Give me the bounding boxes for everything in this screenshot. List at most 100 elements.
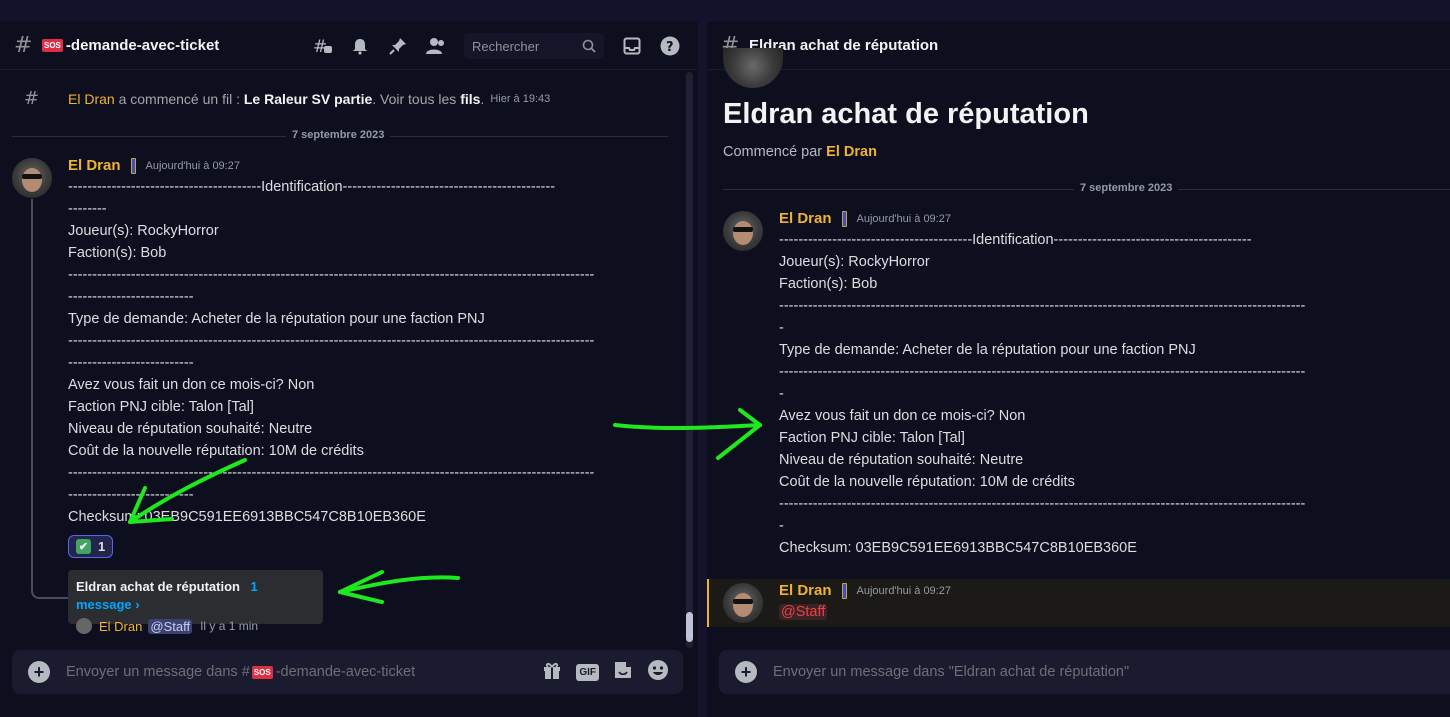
composer-placeholder: Envoyer un message dans "Eldran achat de… bbox=[773, 664, 1130, 680]
bell-icon[interactable] bbox=[350, 36, 370, 56]
message-line: ----------------------------------------… bbox=[68, 465, 595, 481]
staff-mention[interactable]: @Staff bbox=[779, 604, 828, 620]
gif-icon[interactable]: GIF bbox=[576, 663, 599, 681]
svg-text:?: ? bbox=[666, 40, 674, 55]
search-input[interactable]: Rechercher bbox=[464, 33, 604, 59]
search-placeholder: Rechercher bbox=[472, 38, 540, 54]
message-line: Joueur(s): RockyHorror bbox=[68, 223, 219, 239]
system-thread-message: # El Dran a commencé un fil : Le Raleur … bbox=[24, 88, 550, 109]
system-action: a commencé un fil : bbox=[114, 90, 244, 107]
system-time: Hier à 19:43 bbox=[490, 92, 551, 105]
message-input[interactable]: + Envoyer un message dans # SOS -demande… bbox=[12, 650, 683, 694]
sticker-icon[interactable] bbox=[613, 660, 633, 684]
message-timestamp: Aujourd'hui à 09:27 bbox=[856, 212, 951, 225]
text-channel-icon: # bbox=[14, 33, 33, 58]
search-icon bbox=[582, 39, 596, 53]
started-by-prefix: Commencé par bbox=[723, 144, 827, 160]
sos-emoji-icon: SOS bbox=[251, 665, 273, 679]
system-see-all: . Voir tous les bbox=[372, 90, 461, 107]
message-line: ----------------------------------------… bbox=[68, 267, 595, 283]
threads-icon[interactable]: # bbox=[312, 36, 332, 56]
highlighted-mention-message: El Dran Aujourd'hui à 09:27 @Staff bbox=[707, 579, 1450, 627]
message-line: -------- bbox=[68, 201, 107, 217]
gift-icon[interactable] bbox=[542, 660, 562, 684]
message-author[interactable]: El Dran bbox=[68, 157, 121, 174]
role-badge-icon bbox=[841, 582, 847, 599]
members-icon[interactable] bbox=[426, 36, 446, 56]
message-line: Faction(s): Bob bbox=[68, 245, 167, 261]
sos-emoji-icon: SOS bbox=[42, 39, 63, 52]
role-badge-icon bbox=[130, 157, 136, 174]
date-divider-label: 7 septembre 2023 bbox=[286, 129, 391, 141]
thread-last-time: Il y a 1 min bbox=[200, 619, 259, 633]
thread-pane: # Eldran achat de réputation Eldran acha… bbox=[707, 22, 1450, 717]
channel-title: -demande-avec-ticket bbox=[65, 37, 220, 54]
reaction-count: 1 bbox=[98, 539, 106, 554]
pin-icon[interactable] bbox=[388, 36, 408, 56]
staff-mention[interactable]: @Staff bbox=[148, 618, 193, 634]
message-line: ----------------------------------------… bbox=[779, 232, 1252, 248]
message-line: Joueur(s): RockyHorror bbox=[779, 254, 930, 270]
plus-icon[interactable]: + bbox=[28, 661, 50, 683]
thread-connector bbox=[31, 199, 68, 599]
message-line: Checksum: 03EB9C591EE6913BBC547C8B10EB36… bbox=[68, 509, 426, 525]
message-line: Avez vous fait un don ce mois-ci? Non bbox=[68, 377, 315, 393]
message-line: Coût de la nouvelle réputation: 10M de c… bbox=[779, 474, 1075, 490]
message-line: Niveau de réputation souhaité: Neutre bbox=[68, 421, 313, 437]
composer-placeholder-prefix: Envoyer un message dans # bbox=[66, 664, 250, 680]
message-line: Type de demande: Acheter de la réputatio… bbox=[68, 311, 485, 327]
thread-preview-name: Eldran achat de réputation bbox=[76, 579, 240, 594]
started-by-author[interactable]: El Dran bbox=[826, 144, 877, 160]
pane-resize-handle[interactable] bbox=[698, 22, 707, 717]
thread-big-title: Eldran achat de réputation bbox=[723, 98, 1089, 130]
message-line: -------------------------- bbox=[68, 487, 194, 503]
message-line: Niveau de réputation souhaité: Neutre bbox=[779, 452, 1024, 468]
scrollbar-thumb[interactable] bbox=[686, 612, 693, 642]
message-line: - bbox=[779, 518, 784, 534]
avatar[interactable] bbox=[723, 583, 763, 623]
message-line: - bbox=[779, 386, 784, 402]
thread-last-author: El Dran bbox=[99, 618, 143, 634]
see-all-threads-link[interactable]: fils bbox=[460, 91, 480, 107]
avatar[interactable] bbox=[12, 158, 52, 198]
message-line: ----------------------------------------… bbox=[779, 298, 1306, 314]
channel-header: # SOS -demande-avec-ticket # Rechercher bbox=[0, 22, 698, 70]
message-header: El Dran Aujourd'hui à 09:27 bbox=[779, 210, 951, 227]
message-line: Faction(s): Bob bbox=[779, 276, 878, 292]
message-line: - bbox=[779, 320, 784, 336]
system-dot: . bbox=[480, 90, 485, 107]
thread-started-icon: # bbox=[24, 88, 40, 109]
message-line: ----------------------------------------… bbox=[779, 496, 1306, 512]
message-line: Type de demande: Acheter de la réputatio… bbox=[779, 342, 1196, 358]
thread-header: # Eldran achat de réputation bbox=[707, 22, 1450, 70]
date-divider-label: 7 septembre 2023 bbox=[1074, 182, 1179, 194]
message-line: Avez vous fait un don ce mois-ci? Non bbox=[779, 408, 1026, 424]
message-author[interactable]: El Dran bbox=[779, 210, 832, 227]
thread-message-input[interactable]: + Envoyer un message dans "Eldran achat … bbox=[719, 650, 1450, 694]
check-mark-emoji-icon: ✔ bbox=[76, 539, 91, 554]
emoji-icon[interactable] bbox=[647, 659, 669, 685]
inbox-icon[interactable] bbox=[622, 36, 642, 56]
message-line: Checksum: 03EB9C591EE6913BBC547C8B10EB36… bbox=[779, 540, 1137, 556]
mini-avatar bbox=[76, 618, 92, 634]
thread-preview-card[interactable]: Eldran achat de réputation 1 message › E… bbox=[68, 570, 323, 634]
message-author[interactable]: El Dran bbox=[779, 582, 832, 599]
role-badge-icon bbox=[841, 210, 847, 227]
message-line: Faction PNJ cible: Talon [Tal] bbox=[779, 430, 965, 446]
message-line: ----------------------------------------… bbox=[779, 364, 1306, 380]
avatar[interactable] bbox=[723, 211, 763, 251]
message-header: El Dran Aujourd'hui à 09:27 bbox=[779, 582, 951, 599]
scrollbar-track[interactable] bbox=[686, 72, 693, 648]
message-body: @Staff bbox=[779, 604, 828, 620]
message-timestamp: Aujourd'hui à 09:27 bbox=[145, 159, 240, 172]
message-line: Coût de la nouvelle réputation: 10M de c… bbox=[68, 443, 364, 459]
help-icon[interactable]: ? bbox=[660, 36, 680, 56]
thread-started-by: Commencé par El Dran bbox=[723, 144, 877, 160]
plus-icon[interactable]: + bbox=[735, 661, 757, 683]
message-line: -------------------------- bbox=[68, 355, 194, 371]
reaction-button[interactable]: ✔ 1 bbox=[68, 535, 114, 558]
window-top-strip bbox=[0, 0, 1450, 22]
system-author[interactable]: El Dran bbox=[68, 91, 115, 107]
message-line: -------------------------- bbox=[68, 289, 194, 305]
system-thread-link[interactable]: Le Raleur SV partie bbox=[244, 91, 372, 107]
